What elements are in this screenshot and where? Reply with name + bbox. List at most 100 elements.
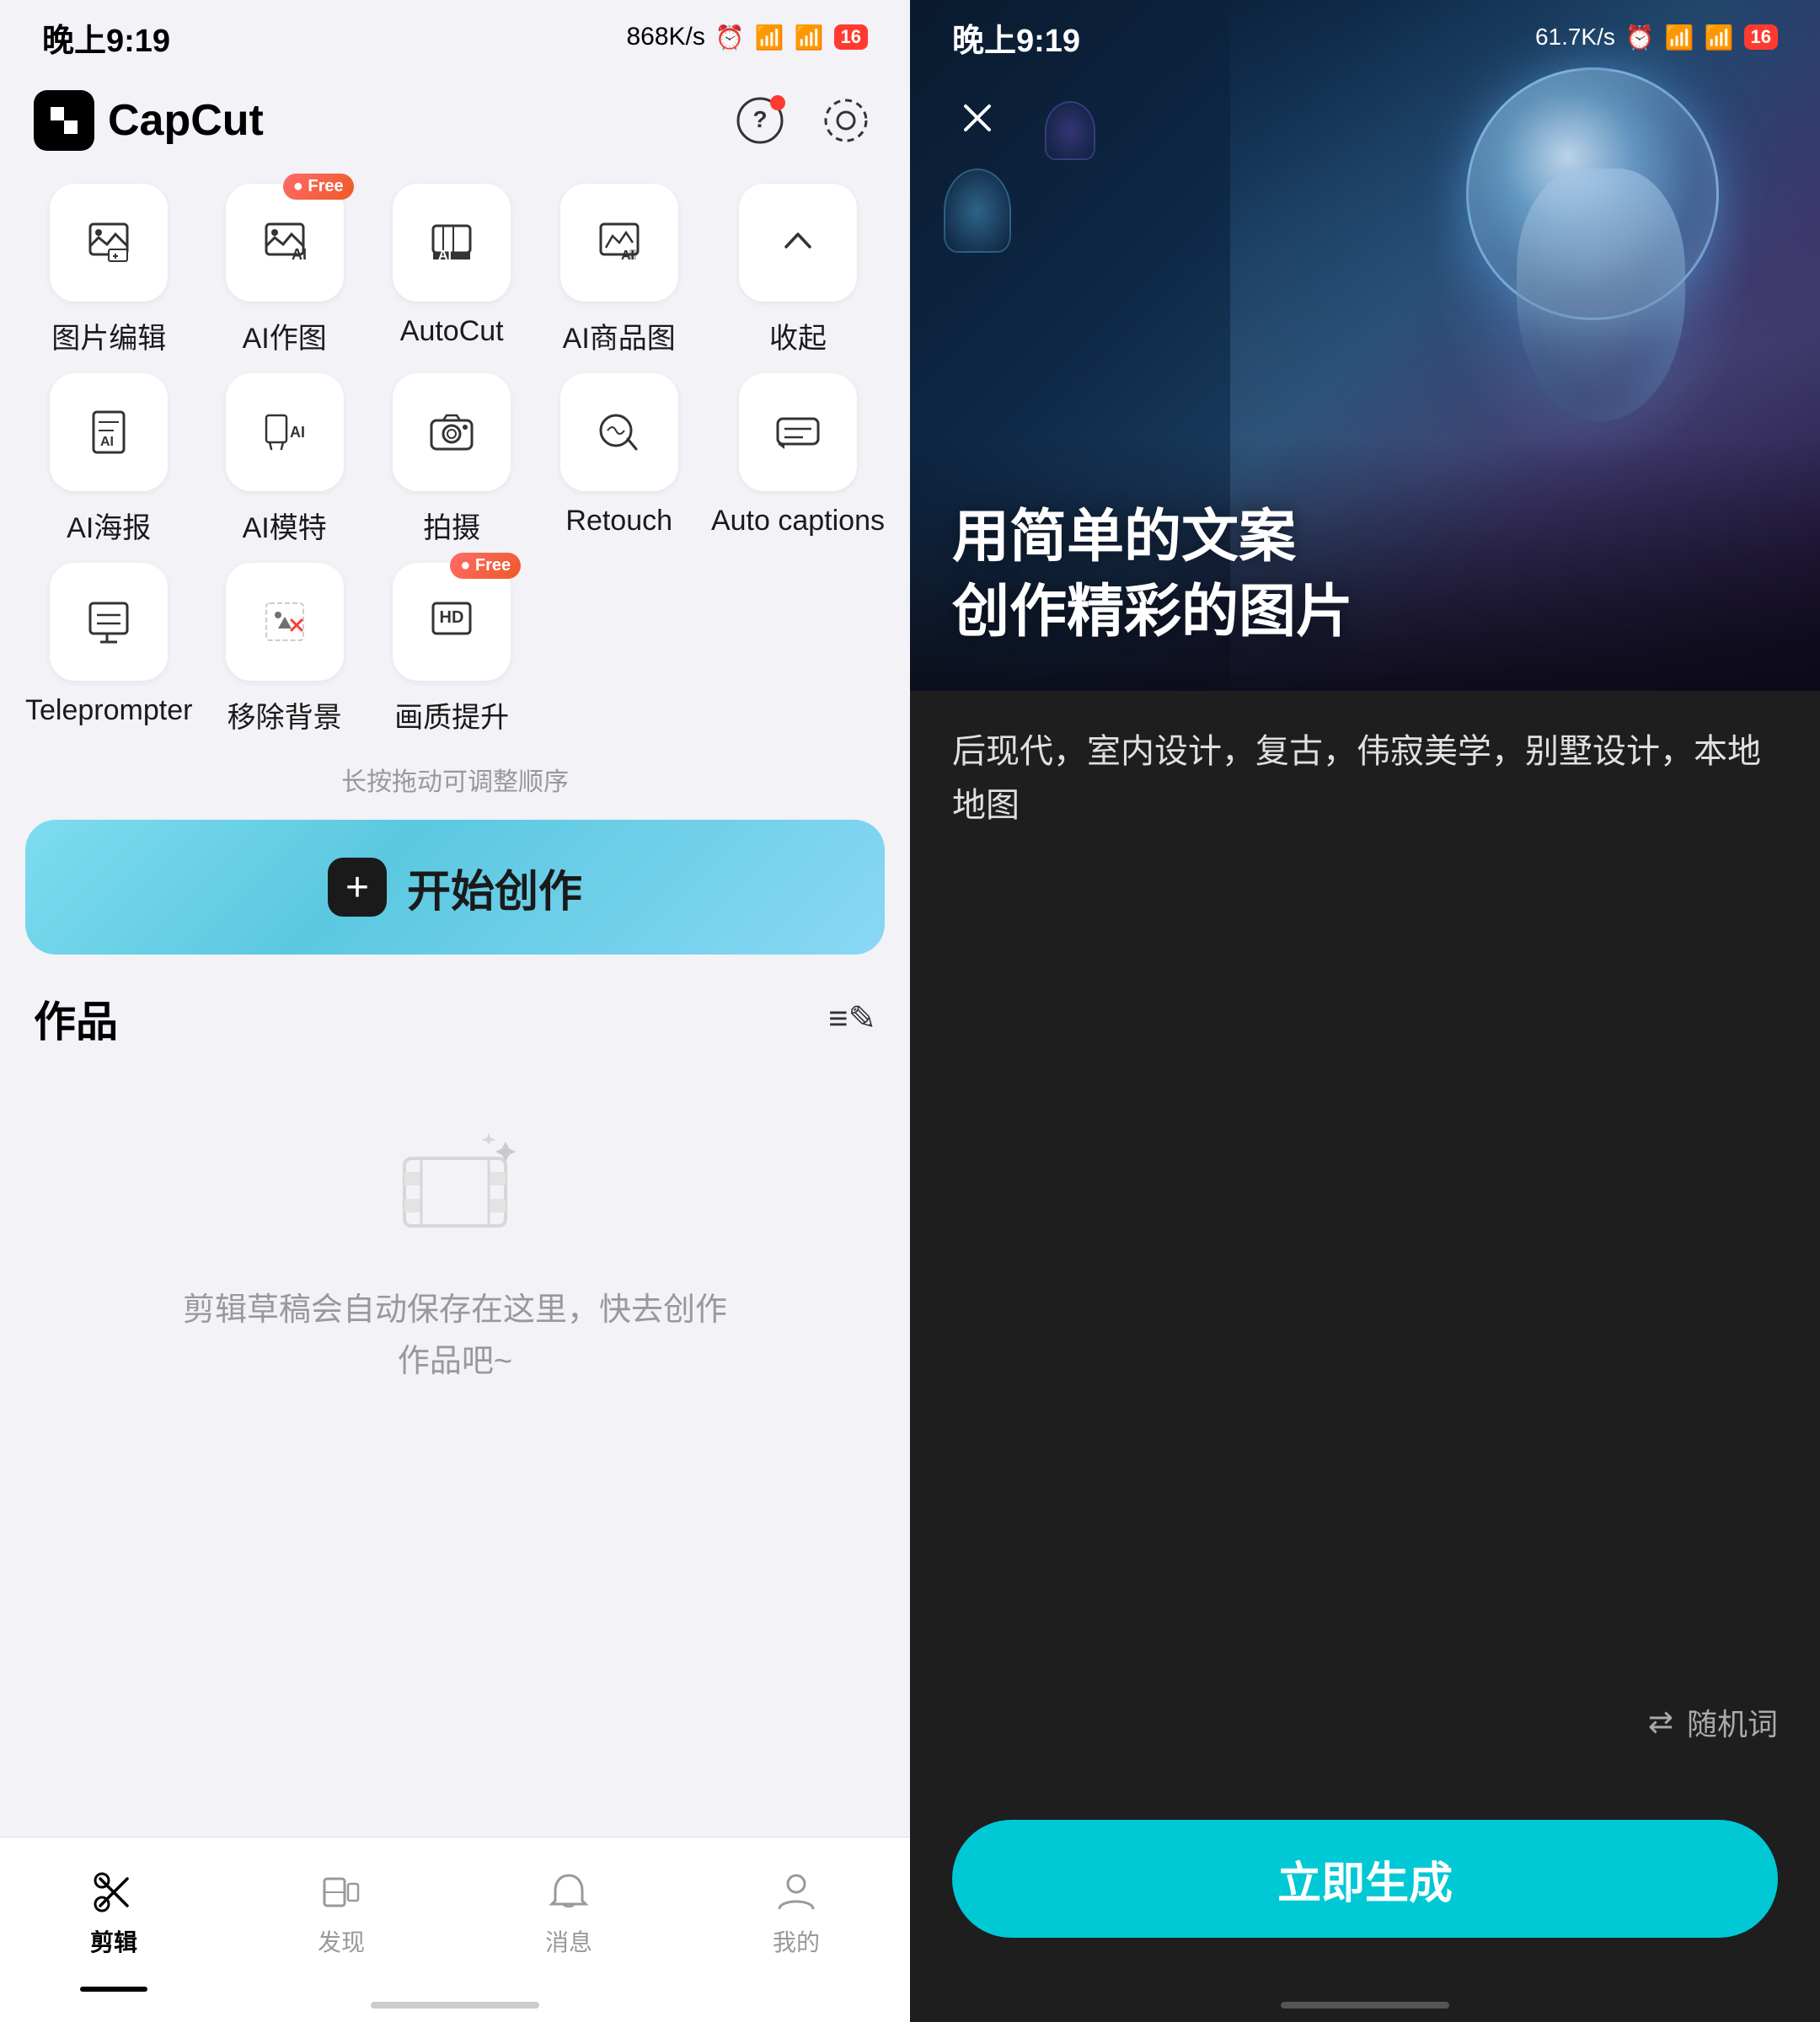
tool-label-image-edit: 图片编辑 [51,315,166,356]
remove-bg-icon [260,596,310,647]
battery-badge: 16 [834,24,868,50]
tool-label-teleprompter: Teleprompter [25,694,192,727]
nav-edit-label: 剪辑 [90,1924,137,1958]
left-speed: 868K/s [626,23,704,51]
tool-icon-captions [739,373,857,491]
tool-collapse[interactable]: 收起 [711,184,885,356]
tool-icon-remove-bg [226,563,344,681]
right-battery-badge: 16 [1744,24,1778,50]
right-panel: 晚上9:19 61.7K/s ⏰ 📶 📶 16 [910,0,1820,2022]
generate-button[interactable]: 立即生成 [952,1820,1778,1938]
svg-text:AI: AI [621,249,634,263]
tool-ai-model[interactable]: AI AI模特 [209,373,360,546]
signal-icon-1: 📶 [755,24,784,51]
hero-title: 用简单的文案 创作精彩的图片 [952,500,1353,649]
ai-poster-icon: AI [83,407,134,457]
tools-grid: 图片编辑 ● Free AI AI作图 [25,184,885,736]
random-word-label[interactable]: 随机词 [1687,1700,1778,1744]
nav-message[interactable]: 消息 [511,1852,626,1975]
tool-icon-ai-model: AI [226,373,344,491]
tool-ai-product[interactable]: AI AI商品图 [543,184,694,356]
tool-label-captions: Auto captions [711,505,885,538]
tool-label-camera: 拍摄 [423,505,480,546]
generate-section: 立即生成 [910,1795,1820,1988]
tool-autocut[interactable]: AI AutoCut [377,184,527,356]
signal-icon-2: 📶 [795,24,824,51]
jellyfish-decoration-1 [944,168,1011,253]
generate-button-label: 立即生成 [1277,1848,1453,1911]
tool-icon-enhance: ● Free HD [393,563,511,681]
ai-product-icon: AI [594,217,645,268]
header-actions: ? [730,90,876,151]
left-home-indicator [0,1988,910,2022]
create-plus-icon: + [328,858,387,917]
tool-image-edit[interactable]: 图片编辑 [25,184,192,356]
tool-enhance[interactable]: ● Free HD 画质提升 [377,563,527,736]
image-edit-icon [83,217,134,268]
tool-icon-collapse [739,184,857,302]
settings-button[interactable] [816,90,876,151]
svg-text:AI: AI [292,246,307,263]
right-status-icons: 61.7K/s ⏰ 📶 📶 16 [1535,24,1778,51]
tool-camera[interactable]: 拍摄 [377,373,527,546]
nav-profile[interactable]: 我的 [739,1852,854,1975]
svg-text:?: ? [752,106,767,132]
tool-label-retouch: Retouch [565,505,672,538]
tool-icon-camera [393,373,511,491]
hero-text-area: 用简单的文案 创作精彩的图片 [952,500,1353,649]
autocut-icon: AI [426,217,477,268]
enhance-icon: HD [426,596,477,647]
tool-retouch[interactable]: Retouch [543,373,694,546]
create-button[interactable]: + 开始创作 [25,820,885,955]
tool-icon-autocut: AI [393,184,511,302]
discover-icon [318,1869,365,1916]
nav-discover-label: 发现 [318,1924,365,1958]
random-word-area: ⇄ 随机词 [952,1683,1778,1761]
right-time: 晚上9:19 [952,14,1080,61]
prompt-textarea[interactable] [952,725,1778,1683]
tool-remove-bg[interactable]: 移除背景 [209,563,360,736]
left-home-bar [371,2002,539,2009]
tool-teleprompter[interactable]: Teleprompter [25,563,192,736]
logo-area: CapCut [34,90,264,151]
tool-icon-retouch [560,373,678,491]
input-section: ⇄ 随机词 [910,691,1820,1795]
tool-label-autocut: AutoCut [400,315,504,348]
bell-icon [545,1869,592,1916]
tool-ai-painting[interactable]: ● Free AI AI作图 [209,184,360,356]
tools-section: 图片编辑 ● Free AI AI作图 [0,167,910,744]
settings-icon [822,97,870,144]
ai-painting-icon: AI [260,217,310,268]
svg-text:AI: AI [290,424,305,441]
tool-icon-image-edit [50,184,168,302]
works-header: 作品 ≡✎ [0,980,910,1074]
nav-edit[interactable]: 剪辑 [56,1852,171,1975]
nav-active-indicator [80,1987,147,1992]
right-signal-2: 📶 [1705,24,1734,51]
sort-icon[interactable]: ≡✎ [828,999,876,1038]
nav-message-label: 消息 [545,1924,592,1958]
clock-icon: ⏰ [715,24,745,51]
left-status-icons: 868K/s ⏰ 📶 📶 16 [626,23,868,51]
create-section: + 开始创作 [25,820,885,955]
tool-icon-ai-product: AI [560,184,678,302]
right-home-bar [1281,2002,1449,2009]
face-silhouette [1517,168,1685,421]
tool-ai-poster[interactable]: AI AI海报 [25,373,192,546]
nav-discover[interactable]: 发现 [284,1852,399,1975]
shuffle-icon: ⇄ [1648,1704,1673,1740]
close-button[interactable] [944,84,1011,152]
left-panel: 晚上9:19 868K/s ⏰ 📶 📶 16 CapCut ? [0,0,910,2022]
jellyfish-decoration-2 [1045,101,1095,160]
tool-icon-teleprompter [50,563,168,681]
left-status-bar: 晚上9:19 868K/s ⏰ 📶 📶 16 [0,0,910,74]
tool-label-collapse: 收起 [769,315,827,356]
notification-dot [770,95,785,110]
hero-background: 用简单的文案 创作精彩的图片 [910,0,1820,691]
tool-captions[interactable]: Auto captions [711,373,885,546]
help-button[interactable]: ? [730,90,790,151]
collapse-icon [773,217,823,268]
tool-label-ai-poster: AI海报 [67,505,151,546]
tool-icon-ai-painting: ● Free AI [226,184,344,302]
right-speed: 61.7K/s [1535,24,1615,51]
